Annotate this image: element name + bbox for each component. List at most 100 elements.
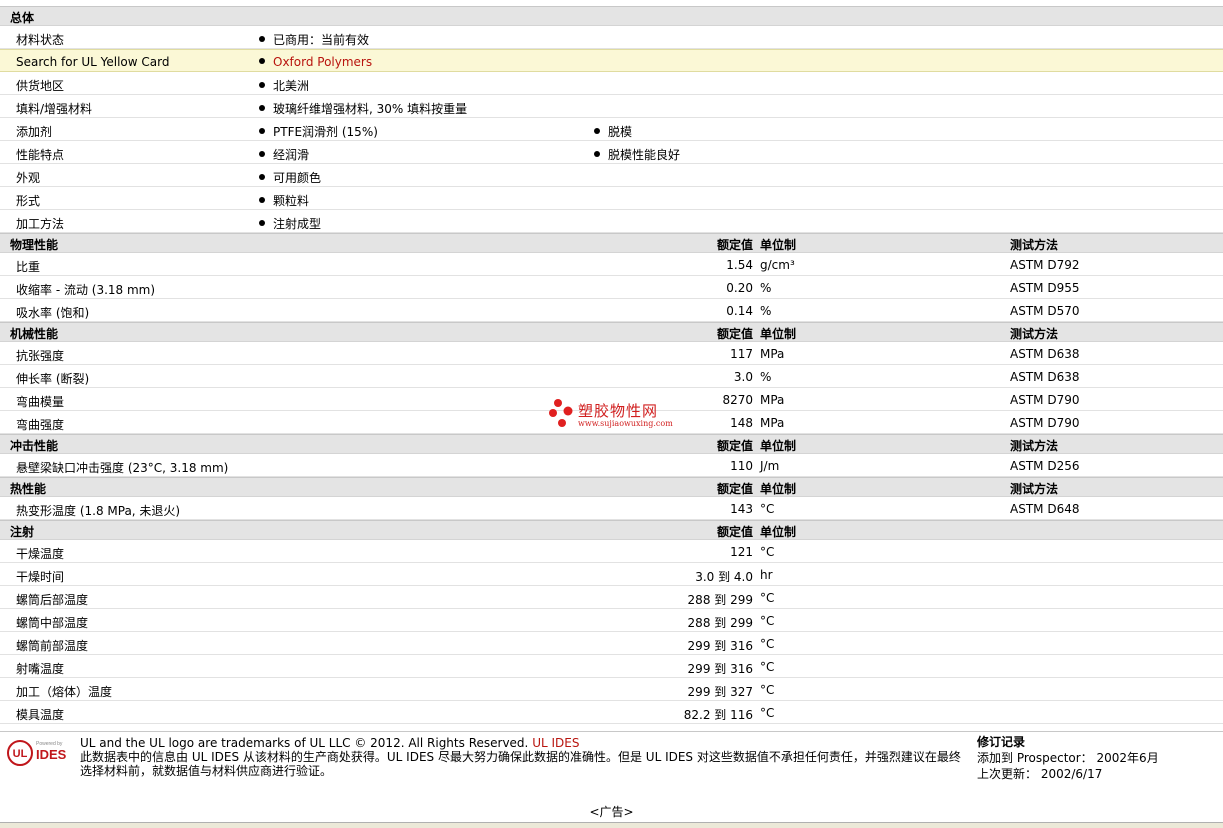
row-rated-value: 299 到 316 xyxy=(687,639,753,653)
table-row: 材料状态 已商用：当前有效 xyxy=(0,26,1223,49)
section-title: 热性能 xyxy=(10,482,47,496)
updated-value: 2002/6/17 xyxy=(1040,767,1103,781)
row-test-method: ASTM D648 xyxy=(1010,502,1080,516)
row-value-2: 脱模性能良好 xyxy=(594,146,680,163)
row-unit: °C xyxy=(760,637,775,651)
row-rated-value: 299 到 327 xyxy=(687,685,753,699)
row-unit: °C xyxy=(760,614,775,628)
row-test-method: ASTM D955 xyxy=(1010,281,1080,295)
table-row: 形式 颗粒料 xyxy=(0,187,1223,210)
column-header-test: 测试方法 xyxy=(1010,238,1059,252)
table-row: 螺筒中部温度 288 到 299 °C xyxy=(0,609,1223,632)
table-row-yellow-card: Search for UL Yellow Card Oxford Polymer… xyxy=(0,49,1223,72)
row-unit: MPa xyxy=(760,393,785,407)
table-row: 加工（熔体）温度 299 到 327 °C xyxy=(0,678,1223,701)
column-header-unit: 单位制 xyxy=(760,439,797,453)
section-header-mechanical: 机械性能 额定值 单位制 测试方法 xyxy=(0,322,1223,342)
row-rated-value: 3.0 到 4.0 xyxy=(695,570,753,584)
row-test-method: ASTM D790 xyxy=(1010,393,1080,407)
column-header-rated: 额定值 xyxy=(716,525,753,539)
row-rated-value: 82.2 到 116 xyxy=(683,708,753,722)
column-header-rated: 额定值 xyxy=(716,439,753,453)
row-unit: g/cm³ xyxy=(760,258,795,272)
section-header-injection: 注射 额定值 单位制 xyxy=(0,520,1223,540)
row-label: 添加剂 xyxy=(16,125,53,139)
table-row: 外观 可用颜色 xyxy=(0,164,1223,187)
table-row: 加工方法 注射成型 xyxy=(0,210,1223,233)
row-label: 弯曲模量 xyxy=(16,395,65,409)
section-title: 冲击性能 xyxy=(10,439,59,453)
watermark: 塑胶物性网 www.sujiaowuxing.com xyxy=(548,398,678,432)
row-rated-value: 148 xyxy=(730,416,753,430)
row-value: 北美洲 xyxy=(259,77,309,94)
column-header-unit: 单位制 xyxy=(760,525,797,539)
row-rated-value: 1.54 xyxy=(726,258,753,272)
bullet-icon xyxy=(259,197,265,203)
row-rated-value: 110 xyxy=(730,459,753,473)
row-value: 已商用：当前有效 xyxy=(259,31,369,48)
status-bar xyxy=(0,822,1223,828)
row-label: 供货地区 xyxy=(16,79,65,93)
row-unit: °C xyxy=(760,545,775,559)
row-test-method: ASTM D570 xyxy=(1010,304,1080,318)
table-row: 比重 1.54 g/cm³ ASTM D792 xyxy=(0,253,1223,276)
section-title: 注射 xyxy=(10,525,35,539)
footer: UL Powered by IDES UL and the UL logo ar… xyxy=(0,731,1223,791)
trademark-line: UL and the UL logo are trademarks of UL … xyxy=(80,736,970,750)
row-label: 悬壁梁缺口冲击强度 (23°C, 3.18 mm) xyxy=(16,461,229,475)
row-unit: hr xyxy=(760,568,773,582)
row-label: 加工（熔体）温度 xyxy=(16,685,113,699)
column-header-unit: 单位制 xyxy=(760,482,797,496)
bullet-icon xyxy=(259,36,265,42)
bullet-icon xyxy=(594,151,600,157)
row-label: 模具温度 xyxy=(16,708,65,722)
row-value: 注射成型 xyxy=(259,215,321,232)
table-row: 干燥时间 3.0 到 4.0 hr xyxy=(0,563,1223,586)
row-unit: J/m xyxy=(760,459,780,473)
revision-history: 修订记录 添加到 Prospector： 2002年6月 上次更新： 2002/… xyxy=(977,734,1159,782)
table-row: 添加剂 PTFE润滑剂 (15%) 脱模 xyxy=(0,118,1223,141)
section-header-impact: 冲击性能 额定值 单位制 测试方法 xyxy=(0,434,1223,454)
row-label: 干燥时间 xyxy=(16,570,65,584)
logo-ides-text: IDES xyxy=(36,747,67,762)
bullet-icon xyxy=(259,105,265,111)
row-rated-value: 143 xyxy=(730,502,753,516)
section-title: 物理性能 xyxy=(10,238,59,252)
column-header-test: 测试方法 xyxy=(1010,327,1059,341)
row-label: 外观 xyxy=(16,171,41,185)
column-header-unit: 单位制 xyxy=(760,238,797,252)
table-row: 抗张强度 117 MPa ASTM D638 xyxy=(0,342,1223,365)
row-unit: MPa xyxy=(760,416,785,430)
updated-label: 上次更新： xyxy=(977,767,1038,781)
row-label: 收缩率 - 流动 (3.18 mm) xyxy=(16,283,156,297)
row-label: 射嘴温度 xyxy=(16,662,65,676)
supplier-link[interactable]: Oxford Polymers xyxy=(259,55,372,69)
row-test-method: ASTM D792 xyxy=(1010,258,1080,272)
row-test-method: ASTM D638 xyxy=(1010,347,1080,361)
added-label: 添加到 Prospector： xyxy=(977,751,1093,765)
row-label: 比重 xyxy=(16,260,41,274)
bullet-icon xyxy=(259,174,265,180)
table-row: 填料/增强材料 玻璃纤维增强材料, 30% 填料按重量 xyxy=(0,95,1223,118)
ad-placeholder[interactable]: <广告> xyxy=(0,803,1223,820)
row-label: 加工方法 xyxy=(16,217,65,231)
trademark-text: UL and the UL logo are trademarks of UL … xyxy=(80,736,529,750)
row-label: 材料状态 xyxy=(16,33,65,47)
ul-ides-link[interactable]: UL IDES xyxy=(532,736,579,750)
column-header-rated: 额定值 xyxy=(716,327,753,341)
row-rated-value: 0.20 xyxy=(726,281,753,295)
column-header-rated: 额定值 xyxy=(716,238,753,252)
column-header-test: 测试方法 xyxy=(1010,482,1059,496)
table-row: 螺筒后部温度 288 到 299 °C xyxy=(0,586,1223,609)
section-title: 机械性能 xyxy=(10,327,59,341)
row-rated-value: 3.0 xyxy=(733,370,753,384)
row-value: 颗粒料 xyxy=(259,192,309,209)
table-row: 热变形温度 (1.8 MPa, 未退火) 143 °C ASTM D648 xyxy=(0,497,1223,520)
row-label: 螺筒后部温度 xyxy=(16,593,89,607)
row-unit: % xyxy=(760,304,772,318)
row-value: 玻璃纤维增强材料, 30% 填料按重量 xyxy=(259,100,467,117)
row-unit: % xyxy=(760,281,772,295)
section-header-general: 总体 xyxy=(0,6,1223,26)
row-unit: °C xyxy=(760,706,775,720)
table-row: 性能特点 经润滑 脱模性能良好 xyxy=(0,141,1223,164)
